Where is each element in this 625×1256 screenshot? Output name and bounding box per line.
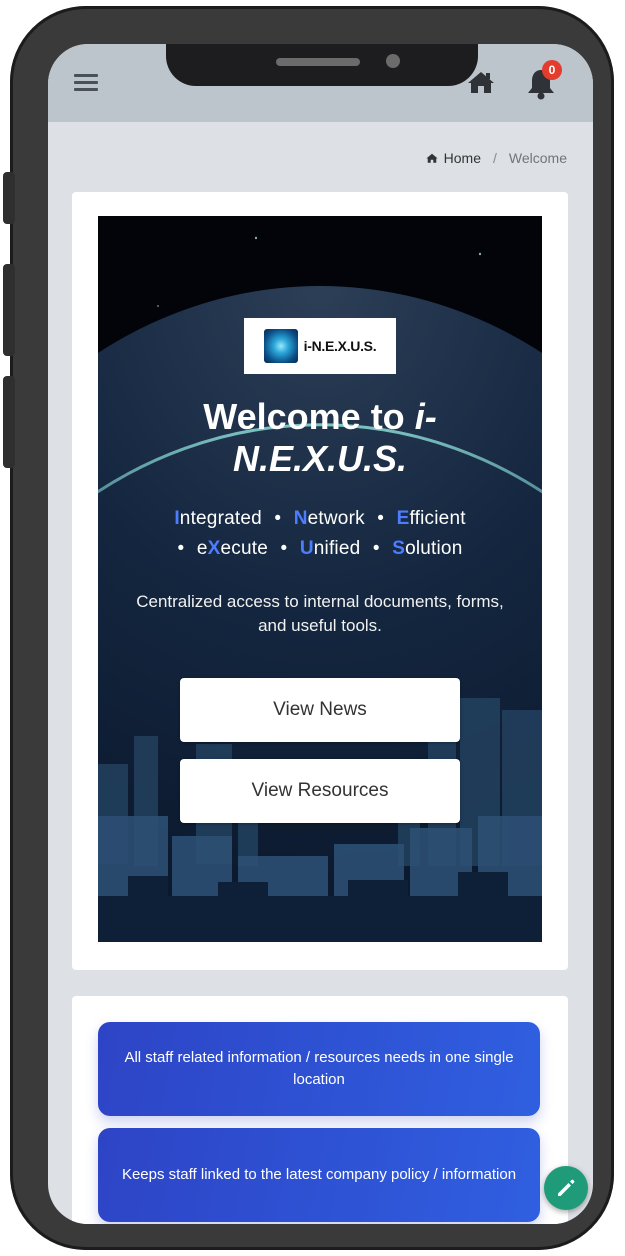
tagline-word: olution [405, 538, 463, 559]
tagline-word: ecute [220, 538, 268, 559]
speaker-grille [276, 58, 360, 66]
tagline-bullet: • [372, 538, 380, 559]
hero-card: i-N.E.X.U.S. Welcome to i- N.E.X.U.S. In… [72, 192, 568, 970]
view-resources-button[interactable]: View Resources [180, 759, 460, 823]
breadcrumb-current: Welcome [508, 150, 567, 166]
feature-item: All staff related information / resource… [98, 1022, 540, 1116]
hero-description: Centralized access to internal documents… [136, 592, 504, 635]
tagline-word: nified [313, 538, 361, 559]
tagline-line-2: • eXecute • Unified • Solution [98, 538, 542, 560]
home-icon [426, 153, 438, 163]
tagline-line-1: Integrated • Network • Efficient [98, 508, 542, 530]
tagline-bullet: • [177, 538, 185, 559]
hero-title-brand-part2: N.E.X.U.S. [232, 438, 408, 479]
breadcrumb-home-link[interactable]: Home [425, 150, 481, 166]
tagline-word: etwork [307, 508, 365, 529]
tagline-word: fficient [409, 508, 466, 529]
tagline-bullet: • [280, 538, 288, 559]
edit-fab-button[interactable] [544, 1166, 588, 1210]
logo-text: i-N.E.X.U.S. [303, 338, 377, 354]
hero-title: Welcome to i- N.E.X.U.S. [98, 396, 542, 480]
breadcrumb: Home / Welcome [425, 150, 567, 166]
phone-side-button-mute [3, 172, 15, 224]
phone-side-button-volume-down [3, 376, 15, 468]
front-camera [386, 54, 400, 68]
brand-logo: i-N.E.X.U.S. [244, 318, 396, 374]
pencil-icon [558, 1179, 575, 1196]
feature-item: Keeps staff linked to the latest company… [98, 1128, 540, 1222]
tagline-initial: X [207, 538, 221, 559]
phone-screen: 0 Home / Welcome i-N.E.X.U.S. Welcome to… [48, 44, 593, 1224]
tagline-initial: N [293, 508, 308, 529]
phone-notch [166, 44, 478, 86]
view-news-button[interactable]: View News [180, 678, 460, 742]
features-card: All staff related information / resource… [72, 996, 568, 1224]
tagline-initial: S [392, 538, 406, 559]
tagline-prefix: e [196, 538, 208, 559]
breadcrumb-separator: / [493, 150, 497, 166]
tagline-initial: E [396, 508, 410, 529]
tagline-bullet: • [377, 508, 385, 529]
notifications-button[interactable]: 0 [526, 60, 562, 102]
hamburger-menu-icon[interactable] [74, 74, 98, 94]
tagline-word: ntegrated [179, 508, 262, 529]
logo-mark-icon [263, 329, 298, 363]
tagline-initial: U [299, 538, 314, 559]
phone-side-button-volume-up [3, 264, 15, 356]
hero-title-brand-part1: i- [414, 396, 437, 437]
notification-count-badge: 0 [542, 60, 562, 80]
breadcrumb-home-label: Home [443, 150, 482, 166]
hero-title-prefix: Welcome to [203, 396, 415, 437]
hero-banner: i-N.E.X.U.S. Welcome to i- N.E.X.U.S. In… [98, 216, 542, 942]
tagline-bullet: • [274, 508, 282, 529]
